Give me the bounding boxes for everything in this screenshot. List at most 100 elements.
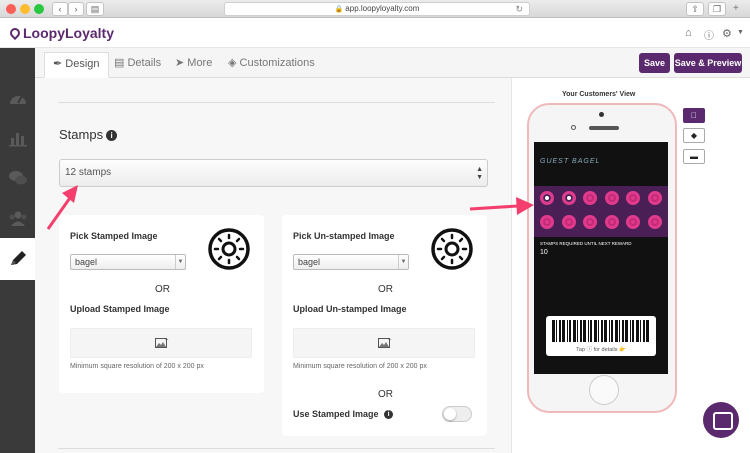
stamps-required-value: 10: [540, 249, 548, 256]
image-upload-icon: +: [378, 338, 392, 348]
tab-more-label: More: [187, 57, 213, 69]
empty-stamp: [604, 191, 619, 205]
tab-more[interactable]: ➤ More: [167, 52, 220, 78]
sidebar-item-customers[interactable]: [0, 198, 35, 238]
upload-unstamped-dropzone[interactable]: +: [293, 328, 475, 358]
upload-stamped-hint: Minimum square resolution of 200 x 200 p…: [70, 363, 204, 370]
tab-details[interactable]: ▤ Details: [106, 52, 169, 78]
empty-stamp: [604, 215, 619, 229]
bagel-icon[interactable]: [207, 227, 251, 271]
tab-details-label: Details: [127, 57, 162, 69]
tabs-overview-icon[interactable]: ❐: [708, 2, 726, 16]
forward-arrow-icon[interactable]: ›: [68, 2, 84, 16]
upload-unstamped-hint: Minimum square resolution of 200 x 200 p…: [293, 363, 427, 370]
svg-text:+: +: [388, 338, 392, 344]
empty-stamp: [583, 215, 597, 229]
info-icon[interactable]: i: [106, 130, 118, 141]
reload-icon[interactable]: ↻: [515, 3, 523, 15]
barcode-bar: [569, 320, 571, 342]
design-panel: Stamps i 12 stamps ▲ ▼ Pick Stamped Image …: [35, 78, 511, 453]
chat-widget-button[interactable]: [703, 402, 739, 438]
unstamped-image-title: Pick Un-stamped Image: [293, 231, 395, 241]
barcode-bar: [640, 320, 641, 342]
or-divider: OR: [378, 389, 393, 400]
save-preview-button[interactable]: Save & Preview: [674, 53, 742, 73]
ios-preview-button[interactable]: : [683, 108, 705, 123]
lock-icon: 🔒: [334, 6, 344, 13]
barcode-bar: [598, 320, 599, 342]
tab-design[interactable]: ✒ Design: [44, 52, 109, 78]
empty-stamp: [647, 191, 662, 205]
add-tab-icon[interactable]: +: [733, 3, 739, 14]
barcode-bar: [562, 320, 565, 342]
upload-stamped-title: Upload Stamped Image: [70, 304, 170, 314]
close-window-icon[interactable]: [6, 4, 16, 14]
barcode-bar: [646, 320, 649, 342]
card-logo: GUEST BAGEL: [540, 158, 601, 165]
maximize-window-icon[interactable]: [34, 4, 44, 14]
svg-text:+: +: [165, 338, 169, 344]
barcode-bar: [577, 320, 578, 342]
empty-stamp: [626, 191, 640, 205]
home-icon[interactable]: ⌂: [685, 27, 692, 39]
location-arrow-icon: ➤: [175, 57, 185, 69]
sidebar-item-analytics[interactable]: [0, 118, 35, 158]
back-arrow-icon[interactable]: ‹: [52, 2, 68, 16]
barcode-bar: [632, 320, 634, 342]
minimize-window-icon[interactable]: [20, 4, 30, 14]
sidebar: [0, 48, 35, 453]
url-text: app.loopyloyalty.com: [345, 4, 420, 13]
unstamped-image-value: bagel: [298, 257, 321, 267]
use-stamped-toggle[interactable]: [442, 406, 472, 422]
upload-stamped-dropzone[interactable]: +: [70, 328, 252, 358]
info-icon[interactable]: i: [384, 410, 394, 419]
brush-icon: ✒: [53, 58, 63, 70]
gear-icon[interactable]: ⚙: [722, 27, 732, 40]
unstamped-image-select[interactable]: bagel ▼: [293, 254, 409, 270]
barcode-bar: [601, 320, 603, 342]
android-preview-button[interactable]: ◆: [683, 128, 705, 143]
barcode-bar: [580, 320, 582, 342]
divider: [58, 448, 495, 449]
barcode-bar: [636, 320, 639, 342]
barcode-bar: [567, 320, 568, 342]
camera-icon: [599, 112, 604, 117]
barcode-bar: [625, 320, 628, 342]
browser-toolbar: ‹ › ▤ 🔒 app.loopyloyalty.com ↻ ⇧ ❐ +: [0, 0, 750, 18]
use-stamped-label: Use Stamped Image i: [293, 409, 394, 419]
barcode-bar: [611, 320, 613, 342]
stamps-count-select[interactable]: 12 stamps ▲ ▼: [59, 159, 488, 187]
annotation-arrow-stamps: [46, 185, 78, 230]
address-bar[interactable]: 🔒 app.loopyloyalty.com ↻: [224, 2, 530, 16]
barcode-icon: [552, 320, 649, 342]
tab-customizations[interactable]: ◈ Customizations: [220, 52, 323, 78]
sidebar-item-design[interactable]: [0, 238, 35, 280]
use-stamped-text: Use Stamped Image: [293, 409, 379, 419]
message-preview-button[interactable]: ▬: [683, 149, 705, 164]
sidebar-item-messages[interactable]: [0, 158, 35, 198]
empty-stamp: [540, 215, 554, 229]
stamps-required-label: STAMPS REQUIRED UNTIL NEXT REWARD: [540, 241, 632, 246]
share-icon[interactable]: ⇧: [686, 2, 704, 16]
logo[interactable]: LoopyLoyalty: [7, 25, 115, 41]
location-pin-icon: [7, 25, 23, 41]
barcode-bar: [594, 320, 597, 342]
or-divider: OR: [378, 284, 393, 295]
caret-down-icon[interactable]: ▼: [737, 29, 744, 36]
save-button[interactable]: Save: [639, 53, 670, 73]
empty-stamp: [647, 215, 662, 229]
users-icon: [9, 211, 26, 226]
stamped-image-select[interactable]: bagel ▼: [70, 254, 186, 270]
toggle-knob: [444, 408, 456, 420]
bagel-icon[interactable]: [430, 227, 474, 271]
preview-panel: Your Customers' View GUEST BAGEL STAMPS …: [511, 78, 750, 453]
sidebar-toggle-icon[interactable]: ▤: [86, 2, 104, 16]
sidebar-item-dashboard[interactable]: [0, 78, 35, 118]
stamp-grid: [534, 186, 668, 237]
info-icon[interactable]: ⓘ: [704, 27, 714, 42]
stamped-image-value: bagel: [75, 257, 98, 267]
brand-name: LoopyLoyalty: [23, 25, 115, 41]
loyalty-card-preview: GUEST BAGEL STAMPS REQUIRED UNTIL NEXT R…: [534, 142, 668, 374]
bar-chart-icon: [8, 133, 27, 147]
barcode-bar: [615, 320, 618, 342]
